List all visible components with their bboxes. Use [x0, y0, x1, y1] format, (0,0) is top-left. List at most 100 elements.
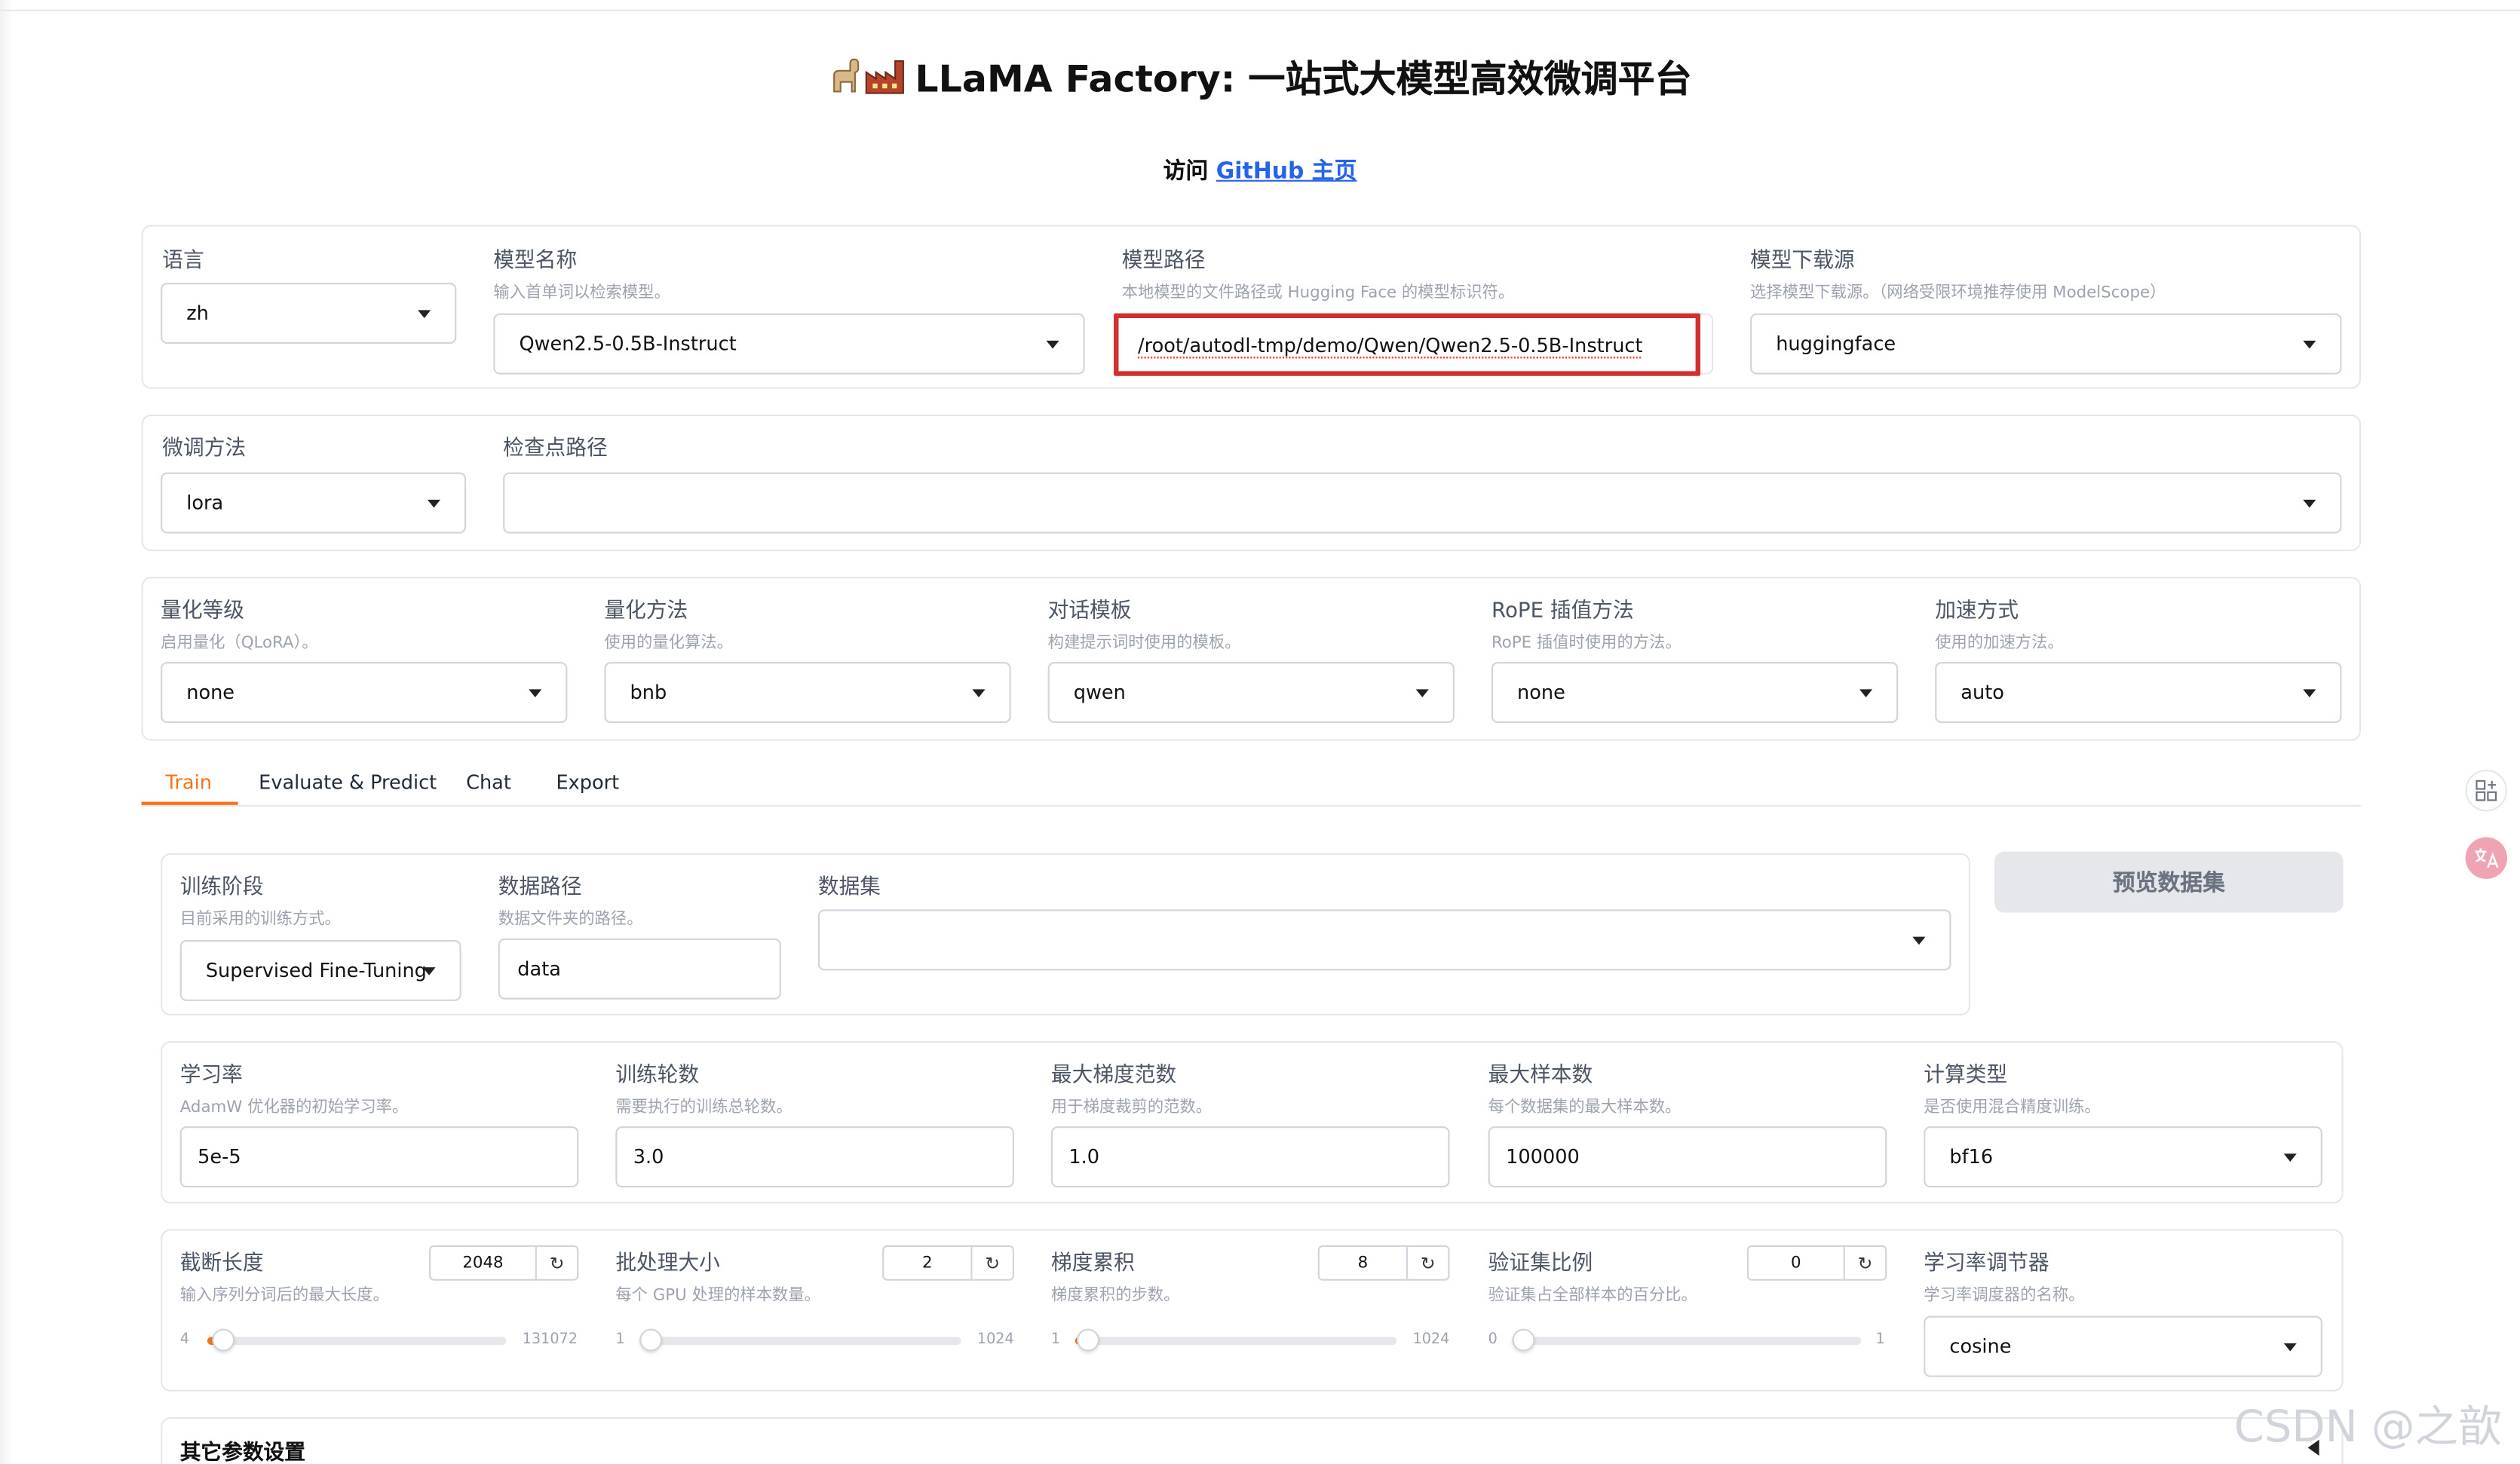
quant-method-value: bnb: [630, 681, 667, 704]
lr-info: AdamW 优化器的初始学习率。: [179, 1098, 409, 1117]
reset-icon[interactable]: ↻: [535, 1246, 577, 1279]
batch-size-number[interactable]: 2 ↻: [882, 1245, 1014, 1281]
cutoff-len-slider[interactable]: [207, 1328, 507, 1352]
dataset-dropdown[interactable]: [817, 909, 1951, 971]
val-size-number[interactable]: 0 ↻: [1746, 1245, 1887, 1281]
model-name-info: 输入首单词以检索模型。: [493, 284, 670, 302]
page-title-text: LLaMA Factory: 一站式大模型高效微调平台: [915, 59, 1692, 102]
model-hub-dropdown[interactable]: huggingface: [1750, 313, 2342, 375]
slider-thumb[interactable]: [212, 1328, 235, 1352]
batch-size-max: 1024: [976, 1331, 1014, 1349]
rope-info: RoPE 插值时使用的方法。: [1491, 634, 1682, 653]
template-value: qwen: [1073, 681, 1126, 704]
cutoff-len-value: 2048: [462, 1254, 504, 1273]
grad-accum-slider[interactable]: [1075, 1328, 1397, 1352]
val-size-value: 0: [1791, 1254, 1801, 1273]
val-size-min: 0: [1488, 1331, 1498, 1349]
slider-thumb[interactable]: [1512, 1328, 1535, 1352]
tab-train[interactable]: Train: [166, 771, 212, 794]
chevron-down-icon: [427, 498, 441, 507]
lr-scheduler-info: 学习率调度器的名称。: [1924, 1287, 2085, 1305]
tab-active-indicator: [141, 801, 238, 805]
reset-icon[interactable]: ↻: [970, 1246, 1012, 1279]
booster-dropdown[interactable]: auto: [1935, 662, 2342, 724]
model-hub-label: 模型下载源: [1750, 249, 1855, 274]
max-grad-norm-value: 1.0: [1068, 1145, 1100, 1168]
stage-value: Supervised Fine-Tuning: [205, 959, 427, 982]
tab-divider: [141, 804, 2362, 807]
rope-dropdown[interactable]: none: [1491, 662, 1899, 724]
quant-bit-dropdown[interactable]: none: [161, 662, 568, 724]
dataset-label: 数据集: [817, 875, 881, 900]
quant-method-info: 使用的量化算法。: [604, 634, 733, 653]
batch-size-info: 每个 GPU 处理的样本数量。: [615, 1287, 821, 1305]
cutoff-len-number[interactable]: 2048 ↻: [429, 1245, 579, 1281]
model-path-input[interactable]: /root/autodl-tmp/demo/Qwen/Qwen2.5-0.5B-…: [1114, 313, 1701, 376]
chevron-down-icon: [1046, 339, 1059, 348]
visit-prefix: 访问: [1163, 159, 1209, 185]
lang-value: zh: [186, 302, 209, 325]
tab-evaluate-predict[interactable]: Evaluate & Predict: [259, 771, 437, 794]
grad-accum-number[interactable]: 8 ↻: [1317, 1245, 1450, 1281]
chevron-down-icon: [529, 688, 542, 697]
compute-type-label: 计算类型: [1924, 1063, 2008, 1088]
github-link[interactable]: GitHub 主页: [1216, 159, 1357, 185]
cutoff-len-label: 截断长度: [179, 1251, 264, 1276]
model-name-dropdown[interactable]: Qwen2.5-0.5B-Instruct: [493, 313, 1085, 375]
quant-method-label: 量化方法: [604, 599, 688, 623]
max-grad-norm-input[interactable]: 1.0: [1050, 1126, 1450, 1188]
compute-type-value: bf16: [1949, 1145, 1994, 1168]
compute-type-dropdown[interactable]: bf16: [1924, 1126, 2322, 1188]
preview-dataset-button[interactable]: 预览数据集: [1994, 851, 2344, 913]
chevron-down-icon: [2283, 1342, 2297, 1351]
grad-accum-min: 1: [1050, 1331, 1061, 1349]
chevron-down-icon: [1912, 936, 1926, 945]
epochs-info: 需要执行的训练总轮数。: [615, 1098, 792, 1117]
max-samples-input[interactable]: 100000: [1488, 1126, 1887, 1188]
compute-type-info: 是否使用混合精度训练。: [1924, 1098, 2101, 1117]
tab-chat[interactable]: Chat: [466, 771, 511, 794]
reset-icon[interactable]: ↻: [1406, 1246, 1448, 1279]
epochs-value: 3.0: [633, 1145, 664, 1168]
epochs-label: 训练轮数: [615, 1063, 700, 1088]
chevron-down-icon: [1859, 688, 1873, 697]
lr-scheduler-label: 学习率调节器: [1924, 1251, 2049, 1276]
dataset-dir-input[interactable]: data: [498, 938, 781, 1000]
batch-size-slider[interactable]: [639, 1328, 961, 1352]
chevron-down-icon: [2283, 1153, 2297, 1161]
quant-bit-label: 量化等级: [161, 599, 245, 623]
tab-export[interactable]: Export: [556, 771, 619, 794]
model-path-label: 模型路径: [1121, 249, 1206, 274]
template-label: 对话模板: [1047, 599, 1132, 623]
reset-icon[interactable]: ↻: [1843, 1246, 1885, 1279]
chevron-down-icon: [1415, 688, 1429, 697]
epochs-input[interactable]: 3.0: [615, 1126, 1014, 1188]
max-samples-label: 最大样本数: [1488, 1063, 1593, 1088]
quant-method-dropdown[interactable]: bnb: [604, 662, 1011, 724]
chevron-down-icon: [2303, 498, 2316, 507]
grid-add-icon[interactable]: [2465, 769, 2507, 812]
val-size-label: 验证集比例: [1488, 1251, 1593, 1276]
val-size-slider[interactable]: [1512, 1328, 1862, 1352]
chevron-down-icon: [418, 309, 431, 317]
model-name-label: 模型名称: [493, 249, 578, 274]
translate-icon[interactable]: [2465, 837, 2507, 879]
template-dropdown[interactable]: qwen: [1047, 662, 1455, 724]
extra-settings-accordion[interactable]: [161, 1417, 2344, 1464]
lr-input[interactable]: 5e-5: [179, 1126, 579, 1188]
booster-value: auto: [1961, 681, 2004, 704]
max-samples-info: 每个数据集的最大样本数。: [1488, 1098, 1682, 1117]
batch-size-value: 2: [922, 1254, 933, 1273]
chevron-down-icon: [2303, 339, 2316, 348]
chevron-down-icon: [972, 688, 986, 697]
dataset-dir-value: data: [517, 957, 561, 981]
stage-dropdown[interactable]: Supervised Fine-Tuning: [179, 939, 461, 1001]
grad-accum-value: 8: [1357, 1254, 1369, 1273]
finetune-method-dropdown[interactable]: lora: [161, 472, 467, 534]
lr-scheduler-dropdown[interactable]: cosine: [1924, 1315, 2322, 1377]
checkpoint-dropdown[interactable]: [503, 472, 2342, 534]
finetune-method-label: 微调方法: [162, 436, 247, 461]
model-hub-info: 选择模型下载源。（网络受限环境推荐使用 ModelScope）: [1750, 284, 2166, 302]
val-size-info: 验证集占全部样本的百分比。: [1488, 1287, 1697, 1305]
lang-dropdown[interactable]: zh: [161, 283, 457, 345]
